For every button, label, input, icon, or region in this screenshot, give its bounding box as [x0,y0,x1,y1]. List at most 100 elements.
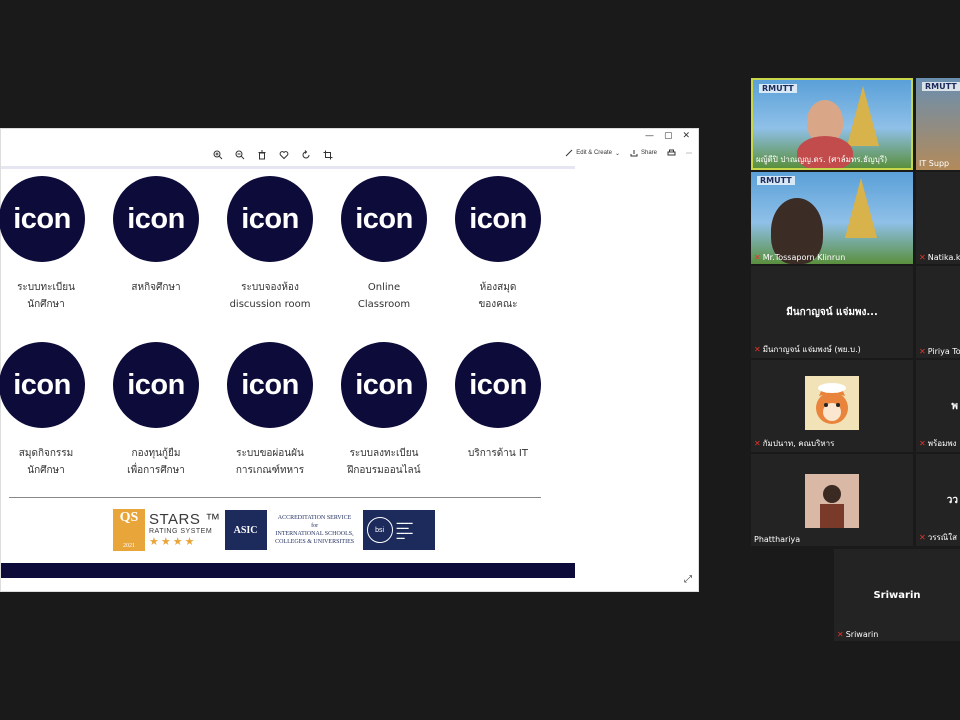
bsi-fine-print: ▬▬▬▬ ▬▬▬ ▬▬▬▬ ▬▬ [396,520,413,540]
photo-toolbar: Edit & Create ⌄ Share ⋯ [1,145,698,165]
print-icon [667,149,676,156]
asic-mark: ASIC [224,510,267,550]
title-bar: — ▢ ✕ [1,129,698,143]
minimize-button[interactable]: — [645,131,654,141]
label-line: กองทุนกู้ยืม [131,448,181,459]
participant-name: ✕ มีนกาญจน์ แจ่มพงษ์ (พย.บ.) [754,345,861,354]
participant-tile-active-speaker[interactable]: RMUTT ผญู้ดีปิ ปาณญญ.ดร. (ศาล์มทร.ธัญบุร… [751,78,913,170]
qs-subtitle: RATING SYSTEM [149,528,213,535]
icon-placeholder-7: icon [113,342,199,428]
close-button[interactable]: ✕ [682,131,690,141]
rotate-icon[interactable] [299,148,312,161]
icon-placeholder-8: icon [227,342,313,428]
zoom-out-icon[interactable] [233,148,246,161]
label-line: Classroom [357,299,411,310]
qs-badge: QS 2021 [113,509,145,551]
participant-tile[interactable]: Sriwarin ✕ Sriwarin [834,549,960,641]
share-button[interactable]: Share [630,149,657,157]
icon-placeholder-6: icon [0,342,85,428]
profile-photo [805,474,859,528]
label-line: การเกณฑ์ทหาร [235,465,305,476]
pagoda-shape [845,178,877,238]
label-online-training: ระบบลงทะเบียน ฝึกอบรมออนไลน์ [324,445,444,479]
label-student-registration: ระบบทะเบียน นักศึกษา [0,279,106,313]
person-photo-icon [805,474,859,528]
label-line: บริการด้าน IT [468,448,528,459]
maximize-button[interactable]: ▢ [664,131,673,141]
qs-year: 2021 [123,543,135,549]
zoom-in-icon[interactable] [211,148,224,161]
label-line: ระบบทะเบียน [17,282,75,293]
slide-top-stripe [1,166,575,169]
label-line: ระบบลงทะเบียน [349,448,419,459]
label-coop-education: สหกิจศึกษา [96,279,216,296]
muted-mic-icon: ✕ [919,533,926,542]
icon-placeholder-9: icon [341,342,427,428]
label-line: ระบบจองห้อง [241,282,299,293]
accreditation-logos: QS 2021 STARS ™ RATING SYSTEM ★★★★ ASIC … [113,509,435,551]
crop-icon[interactable] [321,148,334,161]
edit-create-button[interactable]: Edit & Create ⌄ [565,149,620,157]
icon-placeholder-5: icon [455,176,541,262]
shared-screen-window: — ▢ ✕ Edit & Create ⌄ Share ⋯ icon icon … [0,128,699,592]
label-military-deferment: ระบบขอผ่อนผัน การเกณฑ์ทหาร [210,445,330,479]
label-it-services: บริการด้าน IT [438,445,558,462]
icon-placeholder-1: icon [0,176,85,262]
label-faculty-library: ห้องสมุด ของคณะ [438,279,558,313]
participant-tile[interactable]: วว ✕ วรรณิใส [916,454,960,546]
participant-name: ✕ วรรณิใส [919,533,957,542]
bsi-mark: bsi [366,517,393,543]
participant-name: ✕ พร้อมพง [919,439,957,448]
asic-line: for [311,523,319,529]
participant-tile[interactable]: Phatthariya [751,454,913,546]
label-line: นักศึกษา [27,299,65,310]
icon-placeholder-3: icon [227,176,313,262]
participant-tile[interactable]: ✕ Piriya To [916,266,960,358]
cartoon-fox-icon [816,383,848,424]
slide-divider [9,497,541,498]
favorite-icon[interactable] [277,148,290,161]
share-icon [630,150,638,157]
label-line: สมุดกิจกรรม [18,448,74,459]
participant-name: ✕ Sriwarin [837,630,879,639]
rmutt-logo: RMUTT [757,176,795,185]
asic-line: INTERNATIONAL SCHOOLS, [275,531,354,537]
muted-mic-icon: ✕ [754,345,761,354]
asic-logo: ASIC ACCREDITATION SERVICE for INTERNATI… [224,509,359,551]
delete-icon[interactable] [255,148,268,161]
label-line: ของคณะ [478,299,518,310]
participant-tile[interactable]: มีนกาญจน์ แจ่มพง... ✕ มีนกาญจน์ แจ่มพงษ์ … [751,266,913,358]
participant-display-name: Sriwarin [873,589,921,601]
label-line: นักศึกษา [27,465,65,476]
cartoon-avatar [805,376,859,430]
label-online-classroom: Online Classroom [324,279,444,313]
participant-name: ✕ Piriya To [919,347,960,356]
qs-stars-logo: QS 2021 STARS ™ RATING SYSTEM ★★★★ [113,509,221,551]
asic-line: ACCREDITATION SERVICE [277,515,352,521]
icon-placeholder-2: icon [113,176,199,262]
more-button[interactable]: ⋯ [686,150,692,157]
label-line: สหกิจศึกษา [131,282,181,293]
slide-bottom-stripe [1,563,575,578]
bsi-logo: bsi ▬▬▬▬ ▬▬▬ ▬▬▬▬ ▬▬ [362,510,435,550]
icon-placeholder-10: icon [455,342,541,428]
expand-icon[interactable]: ⤢ [684,574,692,585]
rmutt-logo: RMUTT [759,84,797,93]
icon-placeholder-4: icon [341,176,427,262]
muted-mic-icon: ✕ [754,253,761,262]
asic-line: COLLEGES & UNIVERSITIES [275,539,355,545]
qs-mark: QS [119,510,139,525]
participant-tile[interactable]: พ ✕ พร้อมพง [916,360,960,452]
participant-name: IT Supp [919,159,950,168]
presentation-slide: icon icon icon icon icon ระบบทะเบียน นัก… [0,166,575,578]
star-rating-icon: ★★★★ [149,536,197,548]
muted-mic-icon: ✕ [919,347,926,356]
label-line: discussion room [229,299,311,310]
rmutt-logo: RMUTT [922,82,960,91]
participant-tile[interactable]: ✕ กัมปนาท, คณบริหาร [751,360,913,452]
participant-tile[interactable]: RMUTT ✕ Mr.Tossaporn Klinrun [751,172,913,264]
participant-tile[interactable]: ✕ Natika.k [916,172,960,264]
participant-tile[interactable]: RMUTT IT Supp [916,78,960,170]
participant-name: ✕ Natika.k [919,253,960,262]
print-button[interactable] [667,149,676,157]
